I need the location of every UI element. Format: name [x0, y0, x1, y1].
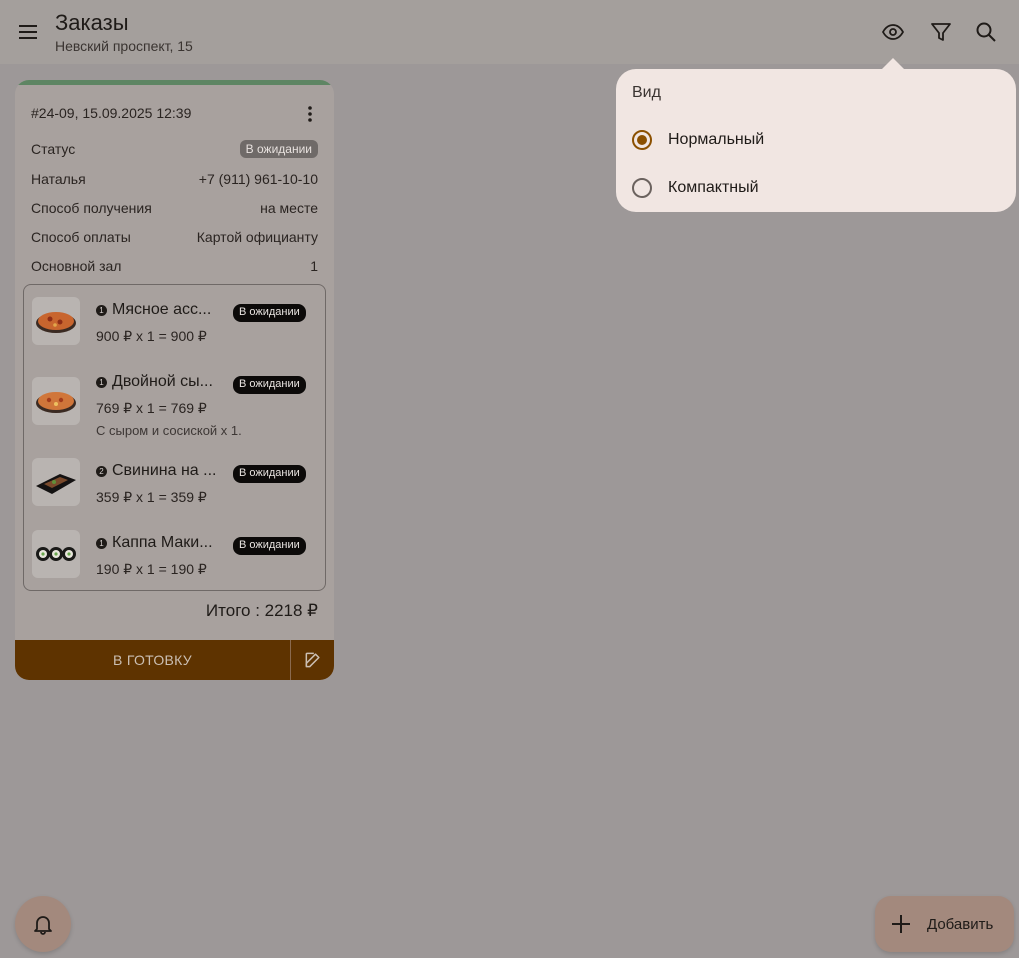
radio-unselected[interactable]: [632, 178, 652, 198]
dish-image: [32, 458, 80, 506]
menu-icon[interactable]: [16, 20, 40, 44]
more-vert-icon[interactable]: [300, 102, 320, 126]
info-label: Способ оплаты: [31, 229, 131, 245]
radio-label: Компактный: [668, 179, 759, 196]
info-value: Картой официанту: [196, 229, 318, 245]
bell-icon: [34, 916, 52, 935]
item-price: 359 ₽ x 1 = 359 ₽: [96, 489, 207, 505]
plus-icon: [892, 915, 910, 933]
item-name: 1 Каппа Маки...: [96, 534, 226, 552]
item-status-badge: В ожидании: [233, 376, 306, 394]
info-value: +7 (911) 961-10-10: [198, 171, 318, 187]
status-badge: В ожидании: [239, 140, 318, 158]
app-bar: Заказы Невский проспект, 15: [0, 0, 1019, 64]
view-popup: Вид Нормальный Компактный: [616, 69, 1016, 212]
filter-icon[interactable]: [929, 20, 953, 44]
info-row-status: Статус В ожидании: [31, 139, 318, 159]
item-name: 1 Двойной сы...: [96, 373, 226, 391]
popup-title: Вид: [632, 84, 661, 101]
order-header: #24-09, 15.09.2025 12:39: [31, 105, 192, 121]
order-total: Итого : 2218 ₽: [205, 601, 318, 620]
item-status-badge: В ожидании: [233, 537, 306, 555]
view-option-normal[interactable]: Нормальный: [616, 118, 1016, 162]
item-price: 769 ₽ x 1 = 769 ₽: [96, 400, 207, 416]
info-row-customer: Наталья +7 (911) 961-10-10: [31, 169, 318, 189]
info-row-payment: Способ оплаты Картой официанту: [31, 227, 318, 247]
dish-image: [32, 530, 80, 578]
view-option-compact[interactable]: Компактный: [616, 166, 1016, 210]
card-accent-bar: [15, 80, 334, 85]
to-kitchen-button[interactable]: В ГОТОВКУ: [15, 640, 290, 680]
item-price: 900 ₽ x 1 = 900 ₽: [96, 328, 207, 344]
order-card[interactable]: #24-09, 15.09.2025 12:39 Статус В ожидан…: [15, 80, 334, 680]
dish-image: [32, 297, 80, 345]
radio-label: Нормальный: [668, 131, 765, 148]
dish-image: [32, 377, 80, 425]
add-order-button[interactable]: Добавить: [875, 896, 1014, 952]
item-modifier-note: С сыром и сосиской x 1.: [96, 423, 242, 438]
add-label: Добавить: [927, 916, 994, 933]
info-label: Способ получения: [31, 200, 152, 216]
info-label: Статус: [31, 141, 76, 157]
item-name: 1 Мясное асс...: [96, 301, 226, 319]
search-icon[interactable]: [974, 20, 998, 44]
eye-icon[interactable]: [881, 20, 905, 44]
info-row-hall: Основной зал 1: [31, 256, 318, 276]
card-actions: В ГОТОВКУ: [15, 640, 334, 680]
item-status-badge: В ожидании: [233, 465, 306, 483]
info-value: на месте: [260, 200, 318, 216]
info-value: 1: [310, 258, 318, 274]
info-label: Наталья: [31, 171, 86, 187]
page-subtitle: Невский проспект, 15: [55, 38, 193, 54]
notifications-button[interactable]: [15, 896, 71, 952]
page-title: Заказы: [55, 10, 129, 35]
radio-selected[interactable]: [632, 130, 652, 150]
order-items-list: 1 Мясное асс... В ожидании 900 ₽ x 1 = 9…: [23, 284, 326, 591]
item-name: 2 Свинина на ...: [96, 462, 226, 480]
info-row-delivery: Способ получения на месте: [31, 198, 318, 218]
edit-icon[interactable]: [291, 640, 334, 680]
item-price: 190 ₽ x 1 = 190 ₽: [96, 561, 207, 577]
item-status-badge: В ожидании: [233, 304, 306, 322]
info-label: Основной зал: [31, 258, 122, 274]
